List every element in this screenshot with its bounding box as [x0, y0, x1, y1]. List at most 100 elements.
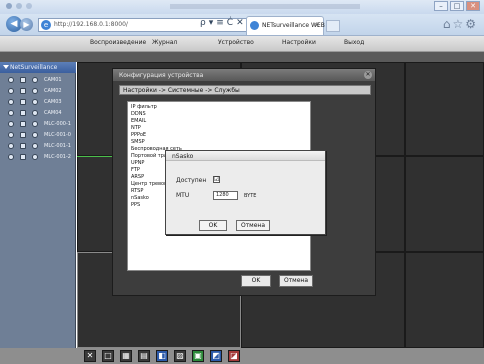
- video-cell[interactable]: [405, 156, 484, 252]
- new-tab-button[interactable]: [326, 20, 340, 32]
- camera-status-icon: [8, 154, 14, 160]
- service-item[interactable]: PPPoE: [131, 132, 146, 138]
- menu-playback[interactable]: Воспроизведение: [90, 39, 146, 46]
- camera-item[interactable]: MLC-000-1: [0, 119, 76, 129]
- bottom-toolbar: ✕ □ ▦ ▤ ◧ ▨ ▣ ◩ ◪: [0, 348, 484, 364]
- breadcrumb-text: Настройки -> Системные -> Службы: [123, 87, 240, 94]
- camera-stream-icon[interactable]: [20, 77, 26, 83]
- address-tools: ρ ▾ ≡ Ċ ✕: [200, 18, 247, 28]
- camera-record-icon[interactable]: [32, 88, 38, 94]
- snapshot-icon[interactable]: ◩: [210, 350, 222, 362]
- service-item[interactable]: RTSP: [131, 188, 143, 194]
- layout-16-icon[interactable]: ◧: [156, 350, 168, 362]
- video-cell[interactable]: [405, 252, 484, 348]
- app-window: – □ ✕ ◀ ▶ e http://192.168.0.1:8000/ ρ ▾ ≡…: [0, 0, 484, 364]
- device-tree-header[interactable]: NetSurveillance: [0, 62, 76, 73]
- config-cancel-button[interactable]: Отмена: [279, 275, 313, 287]
- app-subbar: [0, 52, 484, 62]
- service-item[interactable]: ARSP: [131, 174, 144, 180]
- sub-cancel-button[interactable]: Отмена: [236, 220, 270, 231]
- dialog-close-icon[interactable]: ✕: [364, 71, 372, 79]
- expand-triangle-icon[interactable]: [3, 65, 9, 69]
- breadcrumb: Настройки -> Системные -> Службы: [119, 85, 371, 95]
- camera-item[interactable]: MLC-001-2: [0, 152, 76, 162]
- settings-gear-icon[interactable]: ⚙: [465, 17, 478, 31]
- service-item[interactable]: NTP: [131, 125, 141, 131]
- dialog-titlebar[interactable]: Конфигурация устройства ✕: [113, 69, 375, 81]
- camera-stream-icon[interactable]: [20, 143, 26, 149]
- sub-dialog-titlebar[interactable]: nSasko: [166, 151, 325, 161]
- enabled-checkbox[interactable]: ☑: [213, 176, 220, 183]
- quick-undo-icon[interactable]: [26, 3, 32, 9]
- camera-stream-icon[interactable]: [20, 132, 26, 138]
- camera-stream-icon[interactable]: [20, 88, 26, 94]
- camera-label: CAM02: [44, 88, 62, 94]
- service-item[interactable]: FTP: [131, 167, 140, 173]
- service-item[interactable]: UPNP: [131, 160, 144, 166]
- forward-arrow-icon[interactable]: ▶: [20, 18, 33, 31]
- camera-stream-icon[interactable]: [20, 121, 26, 127]
- layout-9-icon[interactable]: ▤: [138, 350, 150, 362]
- layout-4-icon[interactable]: ▦: [120, 350, 132, 362]
- camera-stream-icon[interactable]: [20, 99, 26, 105]
- camera-stream-icon[interactable]: [20, 154, 26, 160]
- tab-close-icon[interactable]: ×: [314, 21, 320, 29]
- mtu-label: MTU: [176, 192, 190, 199]
- sub-dialog-title: nSasko: [172, 153, 194, 160]
- alarm-icon[interactable]: ◪: [228, 350, 240, 362]
- close-icon[interactable]: ✕: [466, 1, 480, 11]
- camera-item[interactable]: CAM03: [0, 97, 76, 107]
- layout-1-icon[interactable]: □: [102, 350, 114, 362]
- app-menu: Воспроизведение Журнал Устройство Настро…: [0, 36, 484, 52]
- search-icon[interactable]: ρ: [200, 18, 207, 28]
- service-item[interactable]: EMAIL: [131, 118, 146, 124]
- service-item[interactable]: nSasko: [131, 195, 149, 201]
- service-item[interactable]: DDNS: [131, 111, 146, 117]
- browser-logo-icon: [6, 3, 12, 9]
- camera-item[interactable]: MLC-001-0: [0, 130, 76, 140]
- service-settings-dialog: nSasko Доступен ☑ MTU 1280 BYTE OK Отмен…: [165, 150, 326, 235]
- menu-device[interactable]: Устройство: [218, 39, 254, 46]
- menu-settings[interactable]: Настройки: [282, 39, 316, 46]
- camera-item[interactable]: CAM01: [0, 75, 76, 85]
- menu-log[interactable]: Журнал: [152, 39, 177, 46]
- camera-item[interactable]: MLC-001-1: [0, 141, 76, 151]
- service-item[interactable]: PPS: [131, 202, 140, 208]
- camera-record-icon[interactable]: [32, 99, 38, 105]
- menu-exit[interactable]: Выход: [344, 39, 364, 46]
- sub-ok-button[interactable]: OK: [199, 220, 227, 231]
- camera-status-icon: [8, 88, 14, 94]
- ie-page-icon: e: [41, 20, 51, 30]
- browser-addressbar: ◀ ▶ e http://192.168.0.1:8000/ ρ ▾ ≡ Ċ ✕ NET…: [0, 14, 484, 36]
- camera-item[interactable]: CAM04: [0, 108, 76, 118]
- stop-icon[interactable]: ✕: [236, 18, 245, 28]
- favorites-star-icon[interactable]: ☆: [452, 17, 465, 31]
- browser-tab[interactable]: NETsurveillance WEB ×: [246, 16, 325, 35]
- config-ok-button[interactable]: OK: [241, 275, 271, 287]
- compat-icon[interactable]: ≡: [216, 18, 225, 28]
- camera-record-icon[interactable]: [32, 110, 38, 116]
- service-item[interactable]: SMSP: [131, 139, 145, 145]
- camera-record-icon[interactable]: [32, 143, 38, 149]
- service-item[interactable]: IP фильтр: [131, 104, 157, 110]
- video-cell[interactable]: [405, 62, 484, 156]
- camera-record-icon[interactable]: [32, 132, 38, 138]
- camera-label: CAM04: [44, 110, 62, 116]
- fullscreen-icon[interactable]: ▨: [174, 350, 186, 362]
- minimize-icon[interactable]: –: [434, 1, 448, 11]
- record-icon[interactable]: ▣: [192, 350, 204, 362]
- camera-record-icon[interactable]: [32, 77, 38, 83]
- camera-record-icon[interactable]: [32, 154, 38, 160]
- close-all-icon[interactable]: ✕: [84, 350, 96, 362]
- camera-status-icon: [8, 110, 14, 116]
- refresh-icon[interactable]: Ċ: [227, 18, 234, 28]
- mtu-unit: BYTE: [244, 193, 257, 199]
- camera-record-icon[interactable]: [32, 121, 38, 127]
- mtu-input[interactable]: 1280: [213, 191, 238, 200]
- dropdown-icon[interactable]: ▾: [209, 18, 215, 28]
- enabled-label: Доступен: [176, 177, 207, 184]
- maximize-icon[interactable]: □: [450, 1, 464, 11]
- quick-save-icon[interactable]: [16, 3, 22, 9]
- camera-stream-icon[interactable]: [20, 110, 26, 116]
- camera-item[interactable]: CAM02: [0, 86, 76, 96]
